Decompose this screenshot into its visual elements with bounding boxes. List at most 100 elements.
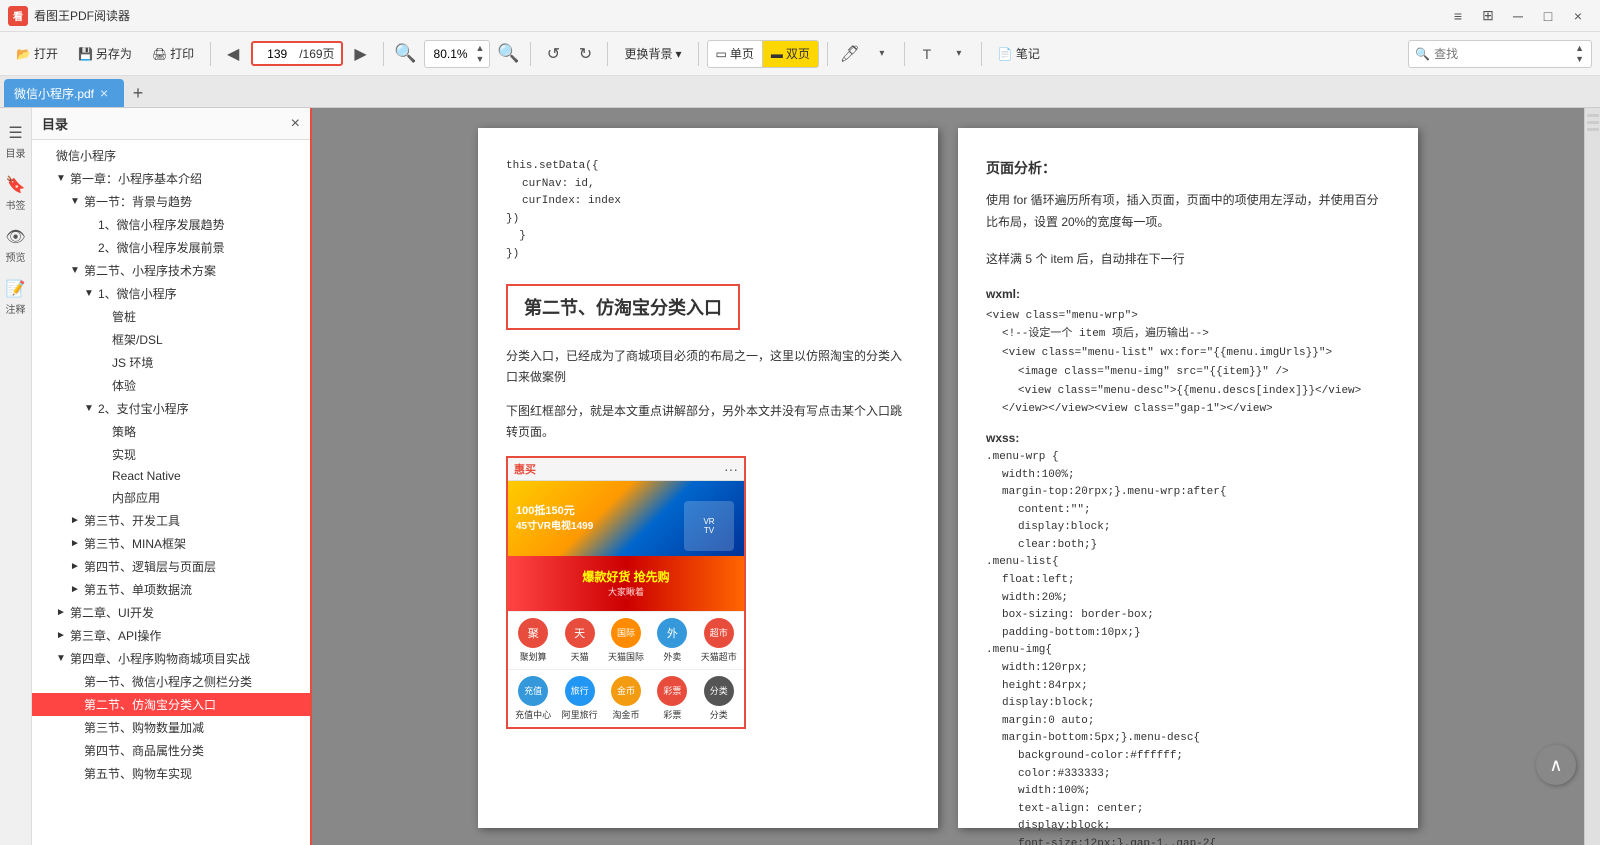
- search-next-button[interactable]: ▼: [1574, 54, 1585, 65]
- print-button[interactable]: 🖨 打印: [144, 39, 202, 69]
- toc-item-t7[interactable]: ▼1、微信小程序: [32, 282, 310, 305]
- rotate-right-button[interactable]: ↻: [571, 40, 599, 68]
- separator-6: [827, 42, 828, 66]
- sidebar-item-annotation[interactable]: 📝 注释: [2, 272, 30, 322]
- menu-icon[interactable]: ≡: [1444, 6, 1472, 26]
- zoom-wrap: ▲ ▼: [424, 40, 491, 68]
- icon-label-travel: 阿里旅行: [562, 708, 598, 721]
- search-input[interactable]: [1434, 47, 1574, 61]
- edge-item: [1587, 121, 1599, 124]
- toc-item-t3[interactable]: ▼第一节：背景与趋势: [32, 190, 310, 213]
- toc-item-t1[interactable]: 微信小程序: [32, 144, 310, 167]
- close-button[interactable]: ×: [1564, 6, 1592, 26]
- para-1: 分类入口，已经成为了商城项目必须的布局之一，这里以仿照淘宝的分类入口来做案例: [506, 346, 910, 389]
- toc-item-t5[interactable]: 2、微信小程序发展前景: [32, 236, 310, 259]
- zoom-out-button[interactable]: 🔍: [392, 40, 420, 68]
- text-button[interactable]: T: [913, 40, 941, 68]
- page-total: /169页: [299, 45, 334, 62]
- toc-item-t8[interactable]: 管桩: [32, 305, 310, 328]
- section-title-box: 第二节、仿淘宝分类入口: [506, 284, 740, 330]
- toc-label-t7: 1、微信小程序: [98, 285, 177, 302]
- tab-pdf[interactable]: 微信小程序.pdf ×: [4, 79, 124, 107]
- chevron-down-icon: ▾: [675, 47, 681, 61]
- toc-content[interactable]: 微信小程序▼第一章：小程序基本介绍▼第一节：背景与趋势1、微信小程序发展趋势2、…: [32, 140, 310, 845]
- page-input[interactable]: [259, 47, 295, 61]
- zoom-input[interactable]: [429, 47, 473, 61]
- toc-item-t4[interactable]: 1、微信小程序发展趋势: [32, 213, 310, 236]
- sidebar-item-preview[interactable]: 👁 预览: [2, 220, 30, 270]
- toc-item-t13[interactable]: 策略: [32, 420, 310, 443]
- toolbar: 📂 打开 💾 另存为 🖨 打印 ◀ /169页 ▶ 🔍 ▲ ▼ 🔍 ↺ ↻ 更换…: [0, 32, 1600, 76]
- tile-icon[interactable]: ⊞: [1474, 6, 1502, 26]
- tab-close-button[interactable]: ×: [100, 85, 108, 101]
- toc-item-t10[interactable]: JS 环境: [32, 351, 310, 374]
- sidebar-item-toc[interactable]: ☰ 目录: [2, 116, 30, 166]
- edge-item: [1587, 114, 1599, 117]
- zoom-up-button[interactable]: ▲: [475, 43, 486, 54]
- sidebar-item-bookmark[interactable]: 🔖 书签: [2, 168, 30, 218]
- toc-item-t17[interactable]: ►第三节、开发工具: [32, 509, 310, 532]
- prev-page-button[interactable]: ◀: [219, 40, 247, 68]
- toc-label-t12: 2、支付宝小程序: [98, 400, 189, 417]
- toc-label-t1: 微信小程序: [56, 147, 116, 164]
- zoom-down-button[interactable]: ▼: [475, 54, 486, 65]
- text-arrow-button[interactable]: ▾: [945, 40, 973, 68]
- toc-item-t22[interactable]: ►第三章、API操作: [32, 624, 310, 647]
- toc-item-t24[interactable]: 第一节、微信小程序之侧栏分类: [32, 670, 310, 693]
- toc-label-t23: 第四章、小程序购物商城项目实战: [70, 650, 250, 667]
- toc-item-t19[interactable]: ►第四节、逻辑层与页面层: [32, 555, 310, 578]
- toc-item-t14[interactable]: 实现: [32, 443, 310, 466]
- window-controls: ≡ ⊞ ─ □ ×: [1444, 6, 1592, 26]
- toc-item-t11[interactable]: 体验: [32, 374, 310, 397]
- toc-label-t24: 第一节、微信小程序之侧栏分类: [84, 673, 252, 690]
- toc-item-t15[interactable]: React Native: [32, 466, 310, 486]
- search-prev-button[interactable]: ▲: [1574, 43, 1585, 54]
- toc-label-t9: 框架/DSL: [112, 331, 163, 348]
- icon-label-jhs: 聚划算: [520, 650, 547, 663]
- double-page-button[interactable]: ▬ 双页: [762, 40, 819, 68]
- toc-label-t3: 第一节：背景与趋势: [84, 193, 192, 210]
- icon-label-tmallcs: 天猫超市: [701, 650, 737, 663]
- minimize-button[interactable]: ─: [1504, 6, 1532, 26]
- saveas-button[interactable]: 💾 另存为: [70, 39, 140, 69]
- toc-close-button[interactable]: ×: [291, 115, 300, 133]
- open-button[interactable]: 📂 打开: [8, 39, 66, 69]
- toc-item-t2[interactable]: ▼第一章：小程序基本介绍: [32, 167, 310, 190]
- toc-item-t20[interactable]: ►第五节、单项数据流: [32, 578, 310, 601]
- toc-item-t12[interactable]: ▼2、支付宝小程序: [32, 397, 310, 420]
- toc-item-t26[interactable]: 第三节、购物数量加减: [32, 716, 310, 739]
- toc-item-t23[interactable]: ▼第四章、小程序购物商城项目实战: [32, 647, 310, 670]
- code-line: curNav: id,: [522, 176, 910, 194]
- page-input-wrap: /169页: [251, 41, 342, 66]
- toc-item-t6[interactable]: ▼第二节、小程序技术方案: [32, 259, 310, 282]
- wxss-label: wxss:: [986, 431, 1390, 445]
- separator-3: [530, 42, 531, 66]
- app-title: 看图王PDF阅读器: [34, 7, 130, 24]
- scroll-to-top-button[interactable]: ∧: [1536, 745, 1576, 785]
- toc-label-t17: 第三节、开发工具: [84, 512, 180, 529]
- toc-item-t18[interactable]: ►第三节、MINA框架: [32, 532, 310, 555]
- toc-item-t28[interactable]: 第五节、购物车实现: [32, 762, 310, 785]
- highlight-button[interactable]: 🖊: [836, 40, 864, 68]
- rotate-left-button[interactable]: ↺: [539, 40, 567, 68]
- toc-item-t27[interactable]: 第四节、商品属性分类: [32, 739, 310, 762]
- content-area[interactable]: this.setData({ curNav: id, curIndex: ind…: [312, 108, 1584, 845]
- bookmark-icon: 🔖: [6, 175, 26, 195]
- toc-item-t9[interactable]: 框架/DSL: [32, 328, 310, 351]
- bg-button[interactable]: 更换背景 ▾: [616, 39, 689, 69]
- single-page-button[interactable]: ▭ 单页: [707, 40, 762, 68]
- toc-item-t21[interactable]: ►第二章、UI开发: [32, 601, 310, 624]
- toc-item-t16[interactable]: 内部应用: [32, 486, 310, 509]
- zoom-in-button[interactable]: 🔍: [494, 40, 522, 68]
- tab-add-button[interactable]: +: [124, 79, 152, 107]
- toc-item-t25[interactable]: 第二节、仿淘宝分类入口: [32, 693, 310, 716]
- next-page-button[interactable]: ▶: [347, 40, 375, 68]
- para-2: 下图红框部分，就是本文重点讲解部分，另外本文并没有写点击某个入口跳转页面。: [506, 401, 910, 444]
- separator-8: [981, 42, 982, 66]
- highlight-arrow-button[interactable]: ▾: [868, 40, 896, 68]
- note-button[interactable]: 📄 笔记: [990, 39, 1048, 69]
- toc-label-t25: 第二节、仿淘宝分类入口: [84, 696, 216, 713]
- tabbar: 微信小程序.pdf × +: [0, 76, 1600, 108]
- icon-tmallcs: 超市: [704, 618, 734, 648]
- maximize-button[interactable]: □: [1534, 6, 1562, 26]
